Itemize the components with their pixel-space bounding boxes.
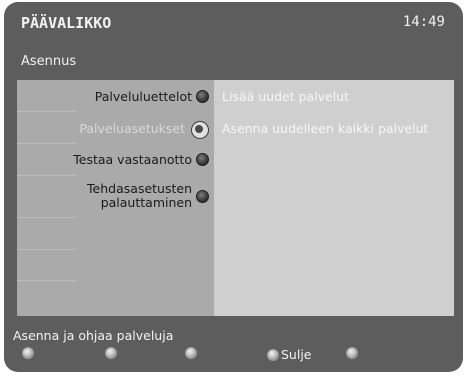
key-bullet-icon — [346, 347, 358, 359]
bullet-icon — [196, 153, 209, 166]
row-divider — [17, 143, 76, 144]
row-divider — [17, 280, 76, 281]
menu-title: PÄÄVALIKKO — [21, 14, 112, 32]
menu-item-factory-reset[interactable]: Tehdasasetusten palauttaminen — [70, 178, 209, 214]
key-bullet-icon — [267, 348, 279, 361]
key-bullet-icon — [105, 347, 117, 359]
menu-item-service-settings[interactable]: Palveluasetukset — [79, 113, 209, 144]
detail-item-add-services[interactable]: Lisää uudet palvelut — [222, 89, 349, 104]
detail-item-reinstall-services[interactable]: Asenna uudelleen kaikki palvelut — [222, 121, 428, 136]
menu-item-label: Palveluasetukset — [79, 120, 185, 136]
navigation-dpad-icon — [189, 119, 209, 139]
row-divider — [17, 111, 76, 112]
close-key-label: Sulje — [281, 347, 312, 362]
bullet-icon — [196, 90, 209, 103]
color-key-bar: Sulje — [4, 347, 463, 367]
menu-panel: Palveluluettelot Palveluasetukset Testaa… — [17, 80, 454, 316]
green-key-button[interactable] — [105, 347, 117, 359]
status-text: Asenna ja ohjaa palveluja — [13, 328, 174, 343]
bullet-icon — [196, 189, 209, 203]
row-divider — [17, 175, 76, 176]
menu-item-label: Testaa vastaanotto — [73, 151, 192, 167]
menu-list: Palveluluettelot Palveluasetukset Testaa… — [17, 80, 214, 316]
blue-key-button[interactable] — [346, 347, 358, 359]
close-key-button[interactable]: Sulje — [267, 347, 312, 362]
menu-item-label: Palveluluettelot — [94, 88, 192, 104]
key-bullet-icon — [22, 347, 34, 359]
detail-list: Lisää uudet palvelut Asenna uudelleen ka… — [214, 80, 454, 316]
menu-item-service-lists[interactable]: Palveluluettelot — [95, 81, 209, 112]
key-bullet-icon — [185, 347, 197, 359]
row-divider — [17, 249, 76, 250]
row-divider — [17, 217, 76, 218]
clock: 14:49 — [402, 14, 445, 30]
section-title: Asennus — [21, 54, 77, 69]
tv-menu-screen: PÄÄVALIKKO 14:49 Asennus Palveluluettelo… — [4, 2, 463, 372]
red-key-button[interactable] — [22, 347, 34, 359]
yellow-key-button[interactable] — [185, 347, 197, 359]
menu-item-label: Tehdasasetusten palauttaminen — [87, 181, 192, 210]
menu-item-test-reception[interactable]: Testaa vastaanotto — [73, 144, 209, 175]
